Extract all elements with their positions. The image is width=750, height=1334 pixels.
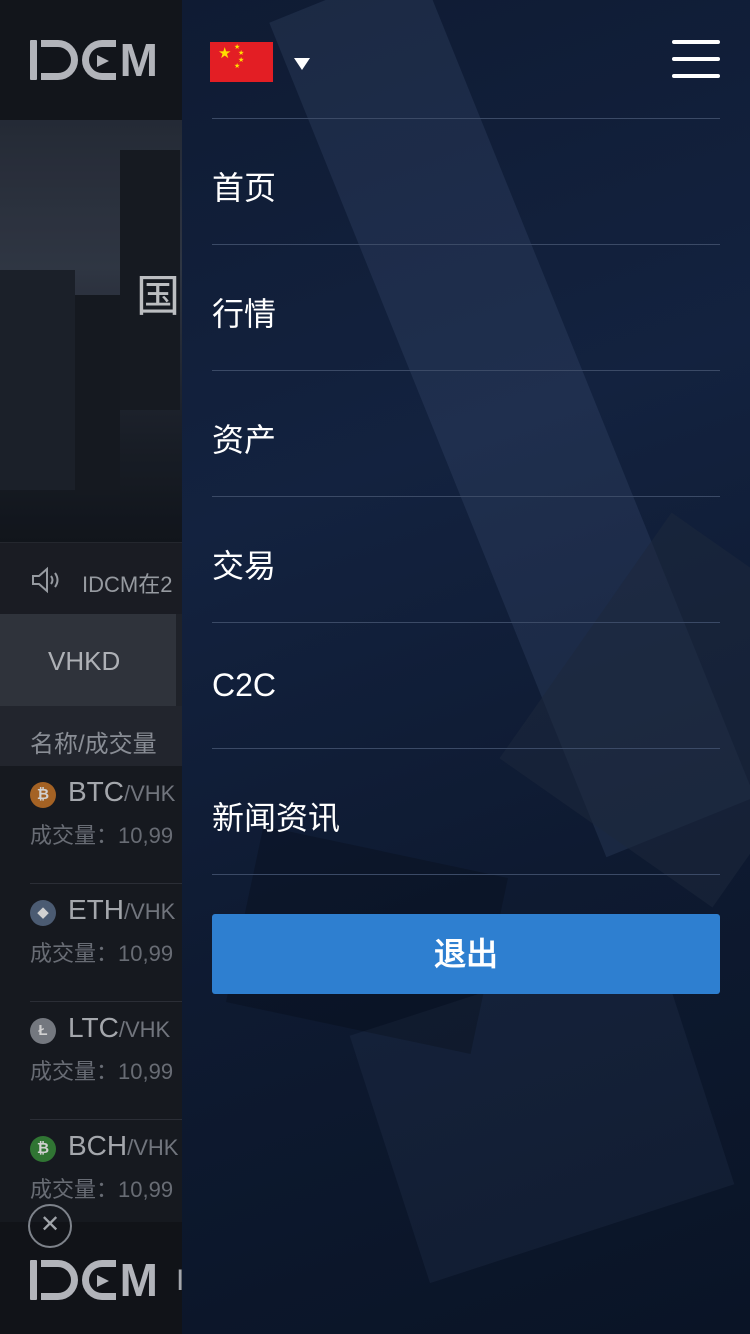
nav-item-assets[interactable]: 资产 <box>212 370 720 496</box>
logout-button[interactable]: 退出 <box>212 914 720 994</box>
nav-item-trade[interactable]: 交易 <box>212 496 720 622</box>
nav-item-label: 新闻资讯 <box>212 800 341 836</box>
nav-item-home[interactable]: 首页 <box>212 118 720 244</box>
divider <box>212 874 720 875</box>
nav-item-label: 交易 <box>212 548 277 584</box>
nav-item-label: 首页 <box>212 170 277 206</box>
nav-item-c2c[interactable]: C2C <box>212 622 720 748</box>
nav-item-label: 资产 <box>212 422 277 458</box>
hamburger-menu-icon[interactable] <box>672 40 720 78</box>
china-flag-icon[interactable]: ★ ★ ★ ★ ★ <box>210 42 273 82</box>
nav-item-news[interactable]: 新闻资讯 <box>212 748 720 874</box>
drawer-nav: 首页 行情 资产 交易 C2C 新闻资讯 <box>212 118 720 875</box>
nav-item-label: C2C <box>212 667 277 703</box>
caret-down-icon[interactable] <box>294 58 310 70</box>
side-drawer: ★ ★ ★ ★ ★ 首页 行情 资产 交易 C2C 新闻资讯 退出 <box>182 0 750 1334</box>
nav-item-label: 行情 <box>212 296 277 332</box>
nav-item-market[interactable]: 行情 <box>212 244 720 370</box>
